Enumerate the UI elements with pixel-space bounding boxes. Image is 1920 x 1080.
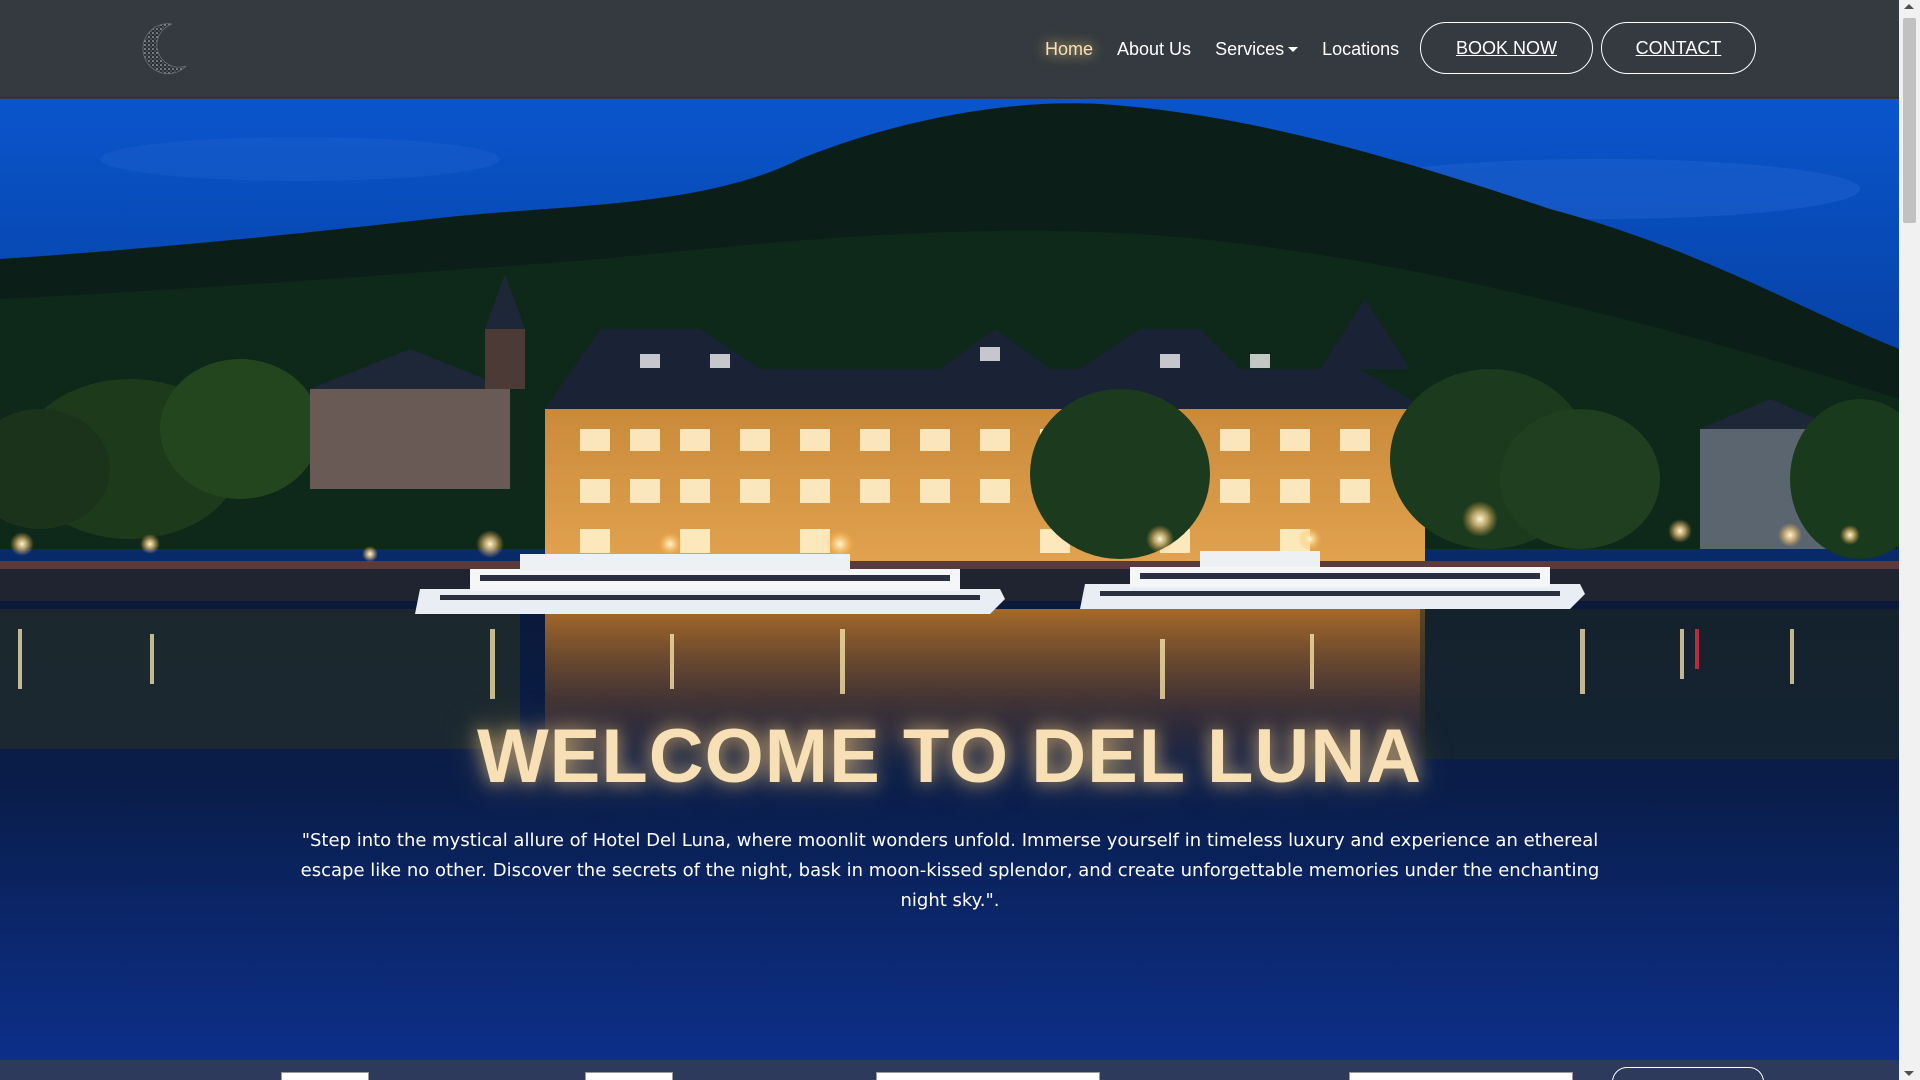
hero-description: "Step into the mystical allure of Hotel … <box>300 830 1600 911</box>
nav-links: Home About Us Services Locations <box>1045 0 1423 98</box>
scroll-down-arrow-icon[interactable] <box>1904 1071 1914 1076</box>
scrollbar-thumb[interactable] <box>1903 18 1916 223</box>
booking-bar <box>0 1060 1899 1080</box>
nav-services-dropdown[interactable]: Services <box>1215 38 1299 60</box>
nav-about-us[interactable]: About Us <box>1117 39 1191 60</box>
booking-field-guests[interactable] <box>876 1072 1100 1080</box>
nav-home[interactable]: Home <box>1045 39 1093 60</box>
crescent-moon-logo-icon[interactable] <box>136 20 194 78</box>
booking-field-checkin[interactable] <box>281 1072 369 1080</box>
nav-services-label: Services <box>1215 38 1285 59</box>
caret-down-icon <box>1288 47 1299 53</box>
booking-field-rooms[interactable] <box>1349 1072 1573 1080</box>
book-now-button[interactable]: BOOK NOW <box>1420 22 1593 74</box>
hero-title: WELCOME TO DEL LUNA <box>476 714 1423 799</box>
scroll-up-arrow-icon[interactable] <box>1904 4 1914 9</box>
page-scrollbar[interactable] <box>1899 0 1920 1080</box>
booking-submit-button[interactable] <box>1612 1067 1764 1080</box>
booking-field-checkout[interactable] <box>585 1072 673 1080</box>
nav-locations[interactable]: Locations <box>1322 39 1399 60</box>
navbar: Home About Us Services Locations BOOK NO… <box>0 0 1899 98</box>
contact-button[interactable]: CONTACT <box>1601 22 1756 74</box>
hero-section: WELCOME TO DEL LUNA "Step into the mysti… <box>0 99 1899 1060</box>
